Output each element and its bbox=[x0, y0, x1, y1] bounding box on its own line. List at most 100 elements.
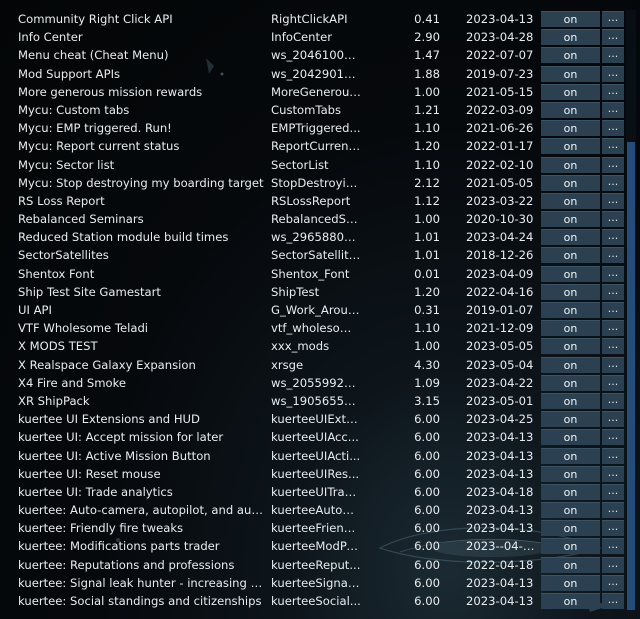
mod-enabled-toggle[interactable]: on bbox=[541, 101, 600, 118]
table-row[interactable]: Shentox Font Shentox_Font 0.01 2023-04-09 on… bbox=[0, 265, 626, 283]
mod-enabled-toggle[interactable]: on bbox=[541, 374, 600, 391]
mod-options-button[interactable]: ... bbox=[602, 556, 624, 573]
table-row[interactable]: Rebalanced Seminars RebalancedSe... 1.00 20… bbox=[0, 210, 626, 228]
table-row[interactable]: SectorSatellites SectorSatellites 1.01 2018… bbox=[0, 246, 626, 264]
mod-enabled-toggle[interactable]: on bbox=[541, 47, 600, 64]
mod-options-button[interactable]: ... bbox=[602, 356, 624, 373]
mod-enabled-toggle[interactable]: on bbox=[541, 11, 600, 27]
mod-enabled-toggle[interactable]: on bbox=[541, 556, 600, 573]
mod-enabled-toggle[interactable]: on bbox=[541, 574, 600, 591]
mod-enabled-toggle[interactable]: on bbox=[541, 392, 600, 409]
mod-enabled-toggle[interactable]: on bbox=[541, 174, 600, 191]
mod-enabled-toggle[interactable]: on bbox=[541, 138, 600, 155]
mod-options-button[interactable]: ... bbox=[602, 120, 624, 137]
mod-options-button[interactable]: ... bbox=[602, 502, 624, 519]
mod-options-button[interactable]: ... bbox=[602, 593, 624, 609]
mod-options-button[interactable]: ... bbox=[602, 229, 624, 246]
mod-options-button[interactable]: ... bbox=[602, 447, 624, 464]
mod-options-button[interactable]: ... bbox=[602, 429, 624, 446]
mod-enabled-toggle[interactable]: on bbox=[541, 520, 600, 537]
mod-options-button[interactable]: ... bbox=[602, 192, 624, 209]
table-row[interactable]: XR ShipPack ws_19056558... 3.15 2023-05-01 o… bbox=[0, 392, 626, 410]
mod-enabled-toggle[interactable]: on bbox=[541, 447, 600, 464]
table-row[interactable]: kuertee: Social standings and citizenshi… bbox=[0, 592, 626, 610]
mod-options-button[interactable]: ... bbox=[602, 65, 624, 82]
mod-options-button[interactable]: ... bbox=[602, 247, 624, 264]
mod-options-button[interactable]: ... bbox=[602, 211, 624, 228]
mod-options-button[interactable]: ... bbox=[602, 265, 624, 282]
mod-list-scrollbar[interactable] bbox=[626, 10, 636, 610]
scrollbar-thumb[interactable] bbox=[627, 142, 635, 610]
mod-enabled-toggle[interactable]: on bbox=[541, 538, 600, 555]
table-row[interactable]: VTF Wholesome Teladi vtf_wholesom... 1.10 2… bbox=[0, 319, 626, 337]
mod-options-button[interactable]: ... bbox=[602, 320, 624, 337]
table-row[interactable]: Reduced Station module build times ws_296… bbox=[0, 228, 626, 246]
table-row[interactable]: kuertee: Auto-camera, autopilot, and aut… bbox=[0, 501, 626, 519]
table-row[interactable]: UI API G_Work_Around 0.31 2019-01-07 on... bbox=[0, 301, 626, 319]
mod-options-button[interactable]: ... bbox=[602, 302, 624, 318]
table-row[interactable]: Mycu: Report current status ReportCurrent… bbox=[0, 137, 626, 155]
mod-options-button[interactable]: ... bbox=[602, 374, 624, 391]
mod-enabled-toggle[interactable]: on bbox=[541, 211, 600, 228]
table-row[interactable]: Mycu: Stop destroying my boarding target… bbox=[0, 174, 626, 192]
mod-options-button[interactable]: ... bbox=[602, 101, 624, 118]
table-row[interactable]: Mycu: Sector list SectorList 1.10 2022-02-1… bbox=[0, 156, 626, 174]
table-row[interactable]: X MODS TEST xxx_mods 1.00 2023-05-05 on... bbox=[0, 337, 626, 355]
mod-enabled-toggle[interactable]: on bbox=[541, 465, 600, 482]
mod-enabled-toggle[interactable]: on bbox=[541, 65, 600, 82]
mod-enabled-toggle[interactable]: on bbox=[541, 29, 600, 46]
table-row[interactable]: Menu cheat (Cheat Menu) ws_20461000... 1.4… bbox=[0, 46, 626, 64]
table-row[interactable]: X Realspace Galaxy Expansion xrsge 4.30 202… bbox=[0, 356, 626, 374]
table-row[interactable]: kuertee UI: Reset mouse kuerteeUIRes... 6.… bbox=[0, 465, 626, 483]
mod-options-button[interactable]: ... bbox=[602, 574, 624, 591]
mod-enabled-toggle[interactable]: on bbox=[541, 356, 600, 373]
mod-enabled-toggle[interactable]: on bbox=[541, 83, 600, 100]
mod-options-button[interactable]: ... bbox=[602, 520, 624, 537]
mod-options-button[interactable]: ... bbox=[602, 338, 624, 355]
mod-options-button[interactable]: ... bbox=[602, 283, 624, 300]
table-row[interactable]: Community Right Click API RightClickAPI 0.… bbox=[0, 10, 626, 28]
mod-enabled-toggle[interactable]: on bbox=[541, 192, 600, 209]
table-row[interactable]: kuertee UI: Active Mission Button kuertee… bbox=[0, 447, 626, 465]
table-row[interactable]: More generous mission rewards MoreGenerou… bbox=[0, 83, 626, 101]
table-row[interactable]: kuertee UI Extensions and HUD kuerteeUIEx… bbox=[0, 410, 626, 428]
mod-options-button[interactable]: ... bbox=[602, 465, 624, 482]
mod-options-button[interactable]: ... bbox=[602, 392, 624, 409]
mod-enabled-toggle[interactable]: on bbox=[541, 283, 600, 300]
table-row[interactable]: kuertee: Friendly fire tweaks kuerteeFrie… bbox=[0, 519, 626, 537]
table-row[interactable]: RS Loss Report RSLossReport 1.12 2023-03-22… bbox=[0, 192, 626, 210]
mod-enabled-toggle[interactable]: on bbox=[541, 229, 600, 246]
table-row[interactable]: Mycu: EMP triggered. Run! EMPTriggered...… bbox=[0, 119, 626, 137]
table-row[interactable]: X4 Fire and Smoke ws_20559928... 1.09 2023-… bbox=[0, 374, 626, 392]
mod-enabled-toggle[interactable]: on bbox=[541, 265, 600, 282]
mod-enabled-toggle[interactable]: on bbox=[541, 502, 600, 519]
mod-options-button[interactable]: ... bbox=[602, 47, 624, 64]
mod-options-button[interactable]: ... bbox=[602, 156, 624, 173]
mod-enabled-toggle[interactable]: on bbox=[541, 429, 600, 446]
mod-enabled-toggle[interactable]: on bbox=[541, 483, 600, 500]
table-row[interactable]: Info Center InfoCenter 2.90 2023-04-28 on... bbox=[0, 28, 626, 46]
table-row[interactable]: Mod Support APIs ws_20429012... 1.88 2019-0… bbox=[0, 65, 626, 83]
table-row[interactable]: kuertee: Signal leak hunter - increasing… bbox=[0, 574, 626, 592]
table-row[interactable]: kuertee UI: Trade analytics kuerteeUITrad… bbox=[0, 483, 626, 501]
mod-enabled-toggle[interactable]: on bbox=[541, 320, 600, 337]
table-row[interactable]: Mycu: Custom tabs CustomTabs 1.21 2022-03-0… bbox=[0, 101, 626, 119]
mod-enabled-toggle[interactable]: on bbox=[541, 247, 600, 264]
table-row[interactable]: kuertee: Reputations and professions kuer… bbox=[0, 556, 626, 574]
mod-enabled-toggle[interactable]: on bbox=[541, 411, 600, 428]
mod-enabled-toggle[interactable]: on bbox=[541, 593, 600, 609]
mod-enabled-toggle[interactable]: on bbox=[541, 120, 600, 137]
mod-options-button[interactable]: ... bbox=[602, 29, 624, 46]
mod-enabled-toggle[interactable]: on bbox=[541, 302, 600, 318]
mod-options-button[interactable]: ... bbox=[602, 138, 624, 155]
mod-options-button[interactable]: ... bbox=[602, 483, 624, 500]
table-row[interactable]: Ship Test Site Gamestart ShipTest 1.20 2022… bbox=[0, 283, 626, 301]
mod-enabled-toggle[interactable]: on bbox=[541, 156, 600, 173]
mod-options-button[interactable]: ... bbox=[602, 11, 624, 27]
mod-options-button[interactable]: ... bbox=[602, 538, 624, 555]
mod-options-button[interactable]: ... bbox=[602, 411, 624, 428]
mod-enabled-toggle[interactable]: on bbox=[541, 338, 600, 355]
table-row[interactable]: kuertee UI: Accept mission for later kuer… bbox=[0, 428, 626, 446]
mod-options-button[interactable]: ... bbox=[602, 83, 624, 100]
table-row[interactable]: kuertee: Modifications parts trader kuert… bbox=[0, 537, 626, 555]
